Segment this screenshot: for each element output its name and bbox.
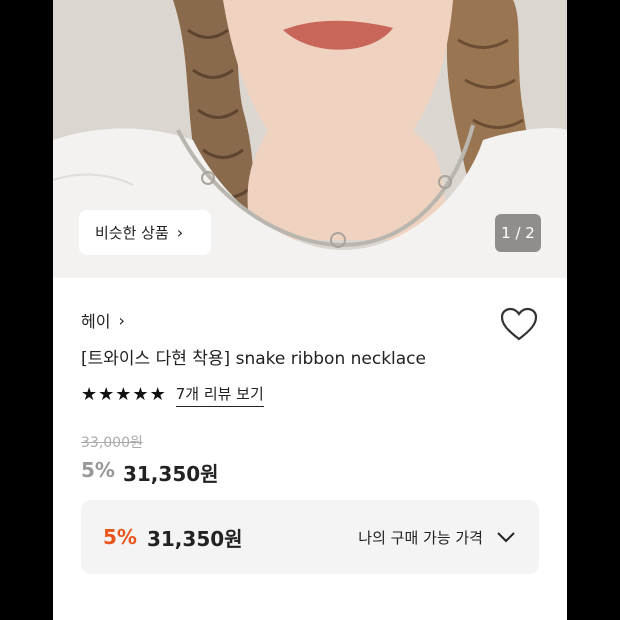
my-price-dropdown[interactable]: 5% 31,350원 나의 구매 가능 가격 bbox=[81, 500, 539, 574]
similar-products-label: 비슷한 상품 bbox=[95, 224, 169, 242]
original-price: 33,000원 bbox=[81, 435, 143, 451]
discount-percent: 5% bbox=[81, 458, 115, 482]
image-pager: 1 / 2 bbox=[495, 214, 541, 252]
brand-name: 헤이 bbox=[81, 312, 111, 331]
star-icon: ★ bbox=[149, 384, 166, 405]
product-title: [트와이스 다현 착용] snake ribbon necklace bbox=[81, 349, 426, 369]
my-price-discount: 5% bbox=[103, 525, 137, 549]
my-price-label: 나의 구매 가능 가격 bbox=[358, 528, 483, 547]
similar-products-button[interactable]: 비슷한 상품 › bbox=[79, 210, 211, 255]
rating-row: ★ ★ ★ ★ ★ 7개 리뷰 보기 bbox=[81, 383, 264, 407]
sale-price-row: 5% 31,350원 bbox=[81, 458, 219, 487]
star-icon: ★ bbox=[132, 384, 149, 405]
product-page: 비슷한 상품 › 1 / 2 헤이 › [트와이스 다현 착용] snake r… bbox=[53, 0, 567, 620]
brand-link[interactable]: 헤이 › bbox=[81, 308, 125, 332]
chevron-right-icon: › bbox=[118, 310, 125, 330]
reviews-link[interactable]: 7개 리뷰 보기 bbox=[175, 383, 264, 407]
chevron-right-icon: › bbox=[176, 223, 184, 242]
star-icon: ★ bbox=[98, 384, 115, 405]
star-icon: ★ bbox=[115, 384, 132, 405]
product-image[interactable]: 비슷한 상품 › 1 / 2 bbox=[53, 0, 567, 278]
chevron-down-icon bbox=[497, 532, 515, 543]
rating-stars: ★ ★ ★ ★ ★ bbox=[81, 386, 166, 404]
my-price-value: 31,350원 bbox=[146, 526, 243, 551]
sale-price: 31,350원 bbox=[122, 462, 219, 486]
star-icon: ★ bbox=[81, 384, 98, 405]
heart-icon[interactable] bbox=[499, 306, 539, 342]
